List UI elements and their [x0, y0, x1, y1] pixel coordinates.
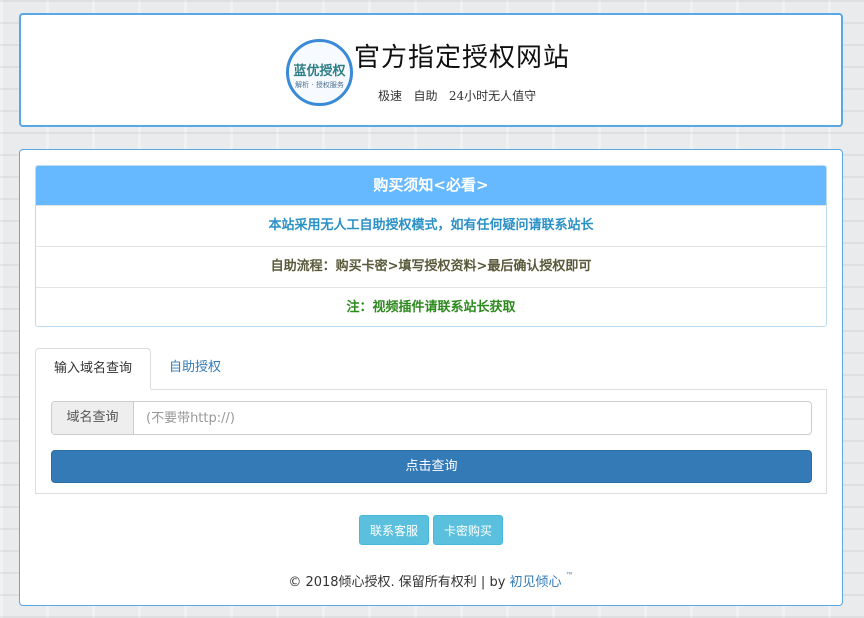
query-tabs: 输入域名查询 自助授权	[35, 348, 827, 390]
site-logo: 蓝优授权 解析 · 授权服务	[286, 39, 353, 106]
trademark-mark: ™	[565, 571, 574, 580]
logo-text: 蓝优授权	[293, 64, 346, 79]
domain-query-panel: 域名查询 点击查询	[35, 390, 827, 494]
tab-self-authorize[interactable]: 自助授权	[169, 348, 221, 389]
notice-row: 本站采用无人工自助授权模式，如有任何疑问请联系站长	[36, 205, 826, 246]
site-title: 官方指定授权网站	[354, 43, 571, 73]
query-button[interactable]: 点击查询	[51, 450, 812, 483]
notice-heading: 购买须知<必看>	[36, 166, 826, 205]
site-header: 蓝优授权 解析 · 授权服务 官方指定授权网站 极速 自助 24小时无人值守	[19, 13, 843, 127]
site-subtitle: 极速 自助 24小时无人值守	[378, 89, 537, 103]
contact-support-button[interactable]: 联系客服	[359, 515, 429, 545]
domain-query-label: 域名查询	[52, 402, 134, 434]
domain-input-group: 域名查询	[51, 401, 812, 435]
tab-domain-query[interactable]: 输入域名查询	[35, 348, 151, 390]
buy-card-button[interactable]: 卡密购买	[433, 515, 503, 545]
domain-input[interactable]	[134, 402, 811, 434]
notice-row: 自助流程：购买卡密>填写授权资料>最后确认授权即可	[36, 246, 826, 287]
main-panel: 购买须知<必看> 本站采用无人工自助授权模式，如有任何疑问请联系站长 自助流程：…	[19, 149, 843, 606]
footer: © 2018倾心授权. 保留所有权利 | by 初见倾心 ™	[20, 571, 842, 590]
notice-row: 注：视频插件请联系站长获取	[36, 287, 826, 326]
author-link[interactable]: 初见倾心	[510, 575, 562, 590]
purchase-notice: 购买须知<必看> 本站采用无人工自助授权模式，如有任何疑问请联系站长 自助流程：…	[35, 165, 827, 327]
copyright-text: © 2018倾心授权. 保留所有权利 | by	[288, 575, 510, 590]
logo-subtext: 解析 · 授权服务	[295, 81, 344, 89]
